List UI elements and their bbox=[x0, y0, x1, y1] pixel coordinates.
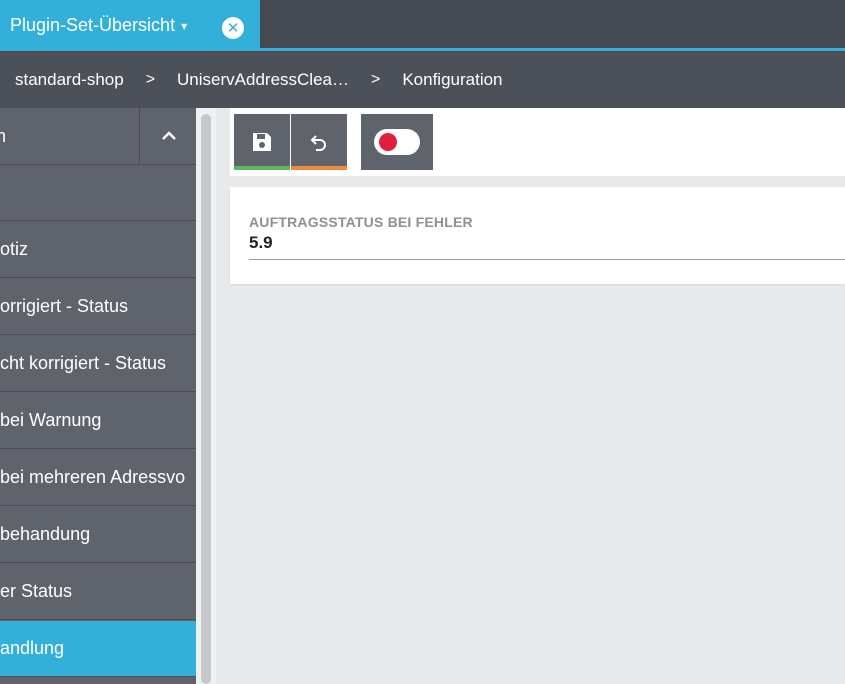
tab-label: Plugin-Set-Übersicht bbox=[10, 15, 176, 35]
sidebar-item-label: orrigiert - Status bbox=[0, 296, 129, 316]
save-button[interactable] bbox=[234, 114, 290, 170]
sidebar-item-label: bei mehreren Adressvo bbox=[0, 467, 186, 487]
sidebar-item-fehlerbehandung[interactable]: behandung bbox=[0, 507, 196, 563]
toolbar bbox=[230, 108, 845, 176]
active-toggle[interactable] bbox=[361, 114, 433, 170]
save-icon bbox=[253, 133, 271, 151]
sidebar-item-label: bei Warnung bbox=[0, 410, 102, 430]
sidebar-item-label: otiz bbox=[0, 239, 29, 259]
field-label: AUFTRAGSSTATUS BEI FEHLER bbox=[249, 214, 473, 230]
sidebar-item-nicht-korrigiert-status[interactable]: cht korrigiert - Status bbox=[0, 336, 196, 392]
toggle-knob bbox=[379, 133, 397, 151]
tab-accent-line bbox=[0, 48, 845, 51]
breadcrumb-separator-icon: > bbox=[370, 71, 381, 88]
sidebar-header-label: n bbox=[0, 126, 7, 146]
top-tab-bar: Plugin-Set-Übersicht ▾ ✕ bbox=[0, 0, 845, 52]
undo-indicator bbox=[291, 166, 347, 170]
save-indicator bbox=[234, 166, 290, 170]
sidebar-item-label: er Status bbox=[0, 581, 73, 601]
sidebar-item-label: cht korrigiert - Status bbox=[0, 353, 167, 373]
sidebar-collapse-button[interactable] bbox=[141, 108, 196, 165]
field-underline bbox=[249, 259, 845, 260]
sidebar-scrollbar[interactable] bbox=[196, 108, 216, 684]
sidebar-item-fehlerbehandlung-active[interactable]: andlung bbox=[0, 621, 196, 677]
breadcrumb-item-shop[interactable]: standard-shop bbox=[15, 70, 124, 90]
config-form-card: AUFTRAGSSTATUS BEI FEHLER 5.9 bbox=[230, 187, 845, 284]
caret-down-icon[interactable]: ▾ bbox=[181, 19, 187, 33]
undo-icon bbox=[310, 135, 326, 151]
breadcrumb: standard-shop > UniservAddressClea… > Ko… bbox=[0, 52, 845, 108]
scrollbar-thumb[interactable] bbox=[201, 114, 211, 684]
chevron-up-icon bbox=[161, 131, 176, 140]
order-status-on-error-field[interactable]: 5.9 bbox=[249, 233, 273, 253]
sidebar-header[interactable]: n bbox=[0, 108, 140, 165]
sidebar: n otiz orrigiert - Status cht korrigiert… bbox=[0, 108, 196, 684]
sidebar-item-label: behandung bbox=[0, 524, 91, 544]
toggle-off-icon bbox=[374, 129, 420, 155]
sidebar-item-bei-mehreren-adressvorschlaegen[interactable]: bei mehreren Adressvo bbox=[0, 450, 196, 506]
breadcrumb-separator-icon: > bbox=[145, 71, 156, 88]
close-tab-icon[interactable]: ✕ bbox=[222, 17, 244, 39]
breadcrumb-item-configuration[interactable]: Konfiguration bbox=[402, 70, 502, 90]
tab-plugin-set-overview[interactable]: Plugin-Set-Übersicht ▾ ✕ bbox=[0, 0, 260, 51]
undo-button[interactable] bbox=[291, 114, 347, 170]
sidebar-item-notiz[interactable]: otiz bbox=[0, 222, 196, 278]
sidebar-item-bei-warnung[interactable]: bei Warnung bbox=[0, 393, 196, 449]
sidebar-item-label: andlung bbox=[0, 638, 65, 658]
sidebar-item-status[interactable]: er Status bbox=[0, 564, 196, 620]
sidebar-item-korrigiert-status[interactable]: orrigiert - Status bbox=[0, 279, 196, 335]
sidebar-item-blank[interactable] bbox=[0, 165, 196, 221]
breadcrumb-item-plugin[interactable]: UniservAddressClea… bbox=[177, 70, 349, 90]
